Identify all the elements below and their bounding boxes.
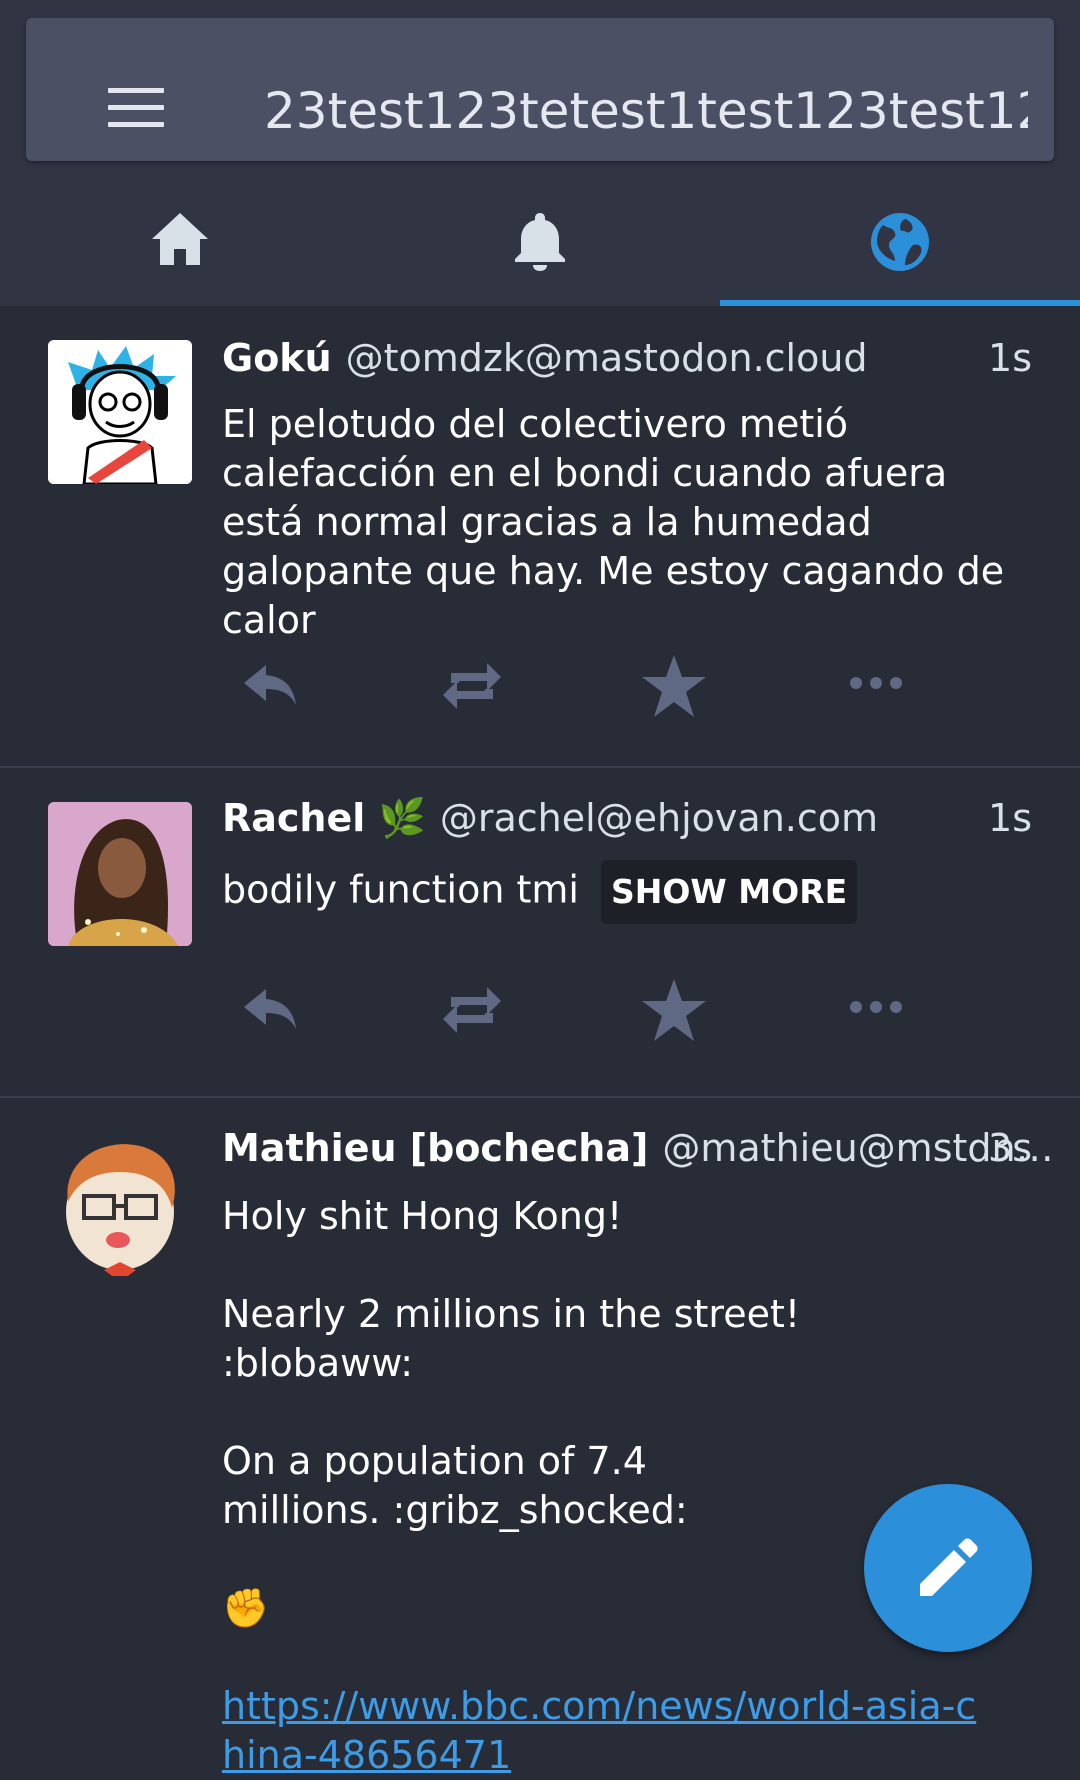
search-bar[interactable]: 23test123tetest1test123test123 <box>26 18 1054 161</box>
boost-button[interactable] <box>432 653 512 733</box>
tab-home[interactable] <box>0 178 360 304</box>
avatar-image <box>48 802 192 946</box>
status-content: Holy shit Hong Kong! Nearly 2 millions i… <box>222 1192 976 1780</box>
star-icon <box>642 979 706 1041</box>
show-more-button[interactable]: SHOW MORE <box>600 860 858 924</box>
boost-button[interactable] <box>432 977 512 1057</box>
status-content: El pelotudo del colectivero metió calefa… <box>222 400 1040 645</box>
hamburger-menu-icon[interactable] <box>108 88 164 127</box>
article-link-text[interactable]: https://www.bbc.com/news/world-asia-chin… <box>222 1684 976 1777</box>
tab-federated[interactable] <box>720 178 1080 304</box>
star-icon <box>642 655 706 717</box>
avatar-image <box>48 340 192 484</box>
favourite-button[interactable] <box>634 653 714 733</box>
content-paragraph: Nearly 2 millions in the street! :blobaw… <box>222 1292 801 1385</box>
reply-icon <box>244 989 296 1029</box>
boost-icon <box>443 987 501 1033</box>
account-handle[interactable]: @tomdzk@mastodon.cloud <box>346 336 868 380</box>
search-query[interactable]: 23test123tetest1test123test123 <box>264 76 1028 146</box>
content-text: El pelotudo del colectivero metió calefa… <box>222 402 1005 642</box>
article-link[interactable]: https://www.bbc.com/news/world-asia-chin… <box>222 1682 982 1780</box>
reply-icon <box>244 665 296 705</box>
status-time[interactable]: 1s <box>988 790 1032 846</box>
status-header: Mathieu [bochecha] @mathieu@mstdn… <box>222 1120 1054 1176</box>
raised-fist-emoji: ✊ <box>222 1586 270 1630</box>
ellipsis-icon <box>850 1001 902 1013</box>
status-content: bodily function tmi SHOW MORE <box>222 860 1040 924</box>
pencil-icon <box>920 1538 978 1596</box>
bell-icon <box>515 213 565 271</box>
status-time[interactable]: 3s <box>988 1120 1032 1176</box>
more-button[interactable] <box>836 653 916 733</box>
avatar[interactable] <box>48 340 192 484</box>
tab-notifications[interactable] <box>360 178 720 304</box>
status-time[interactable]: 1s <box>988 330 1032 386</box>
status-header: Rachel 🌿 @rachel@ehjovan.com <box>222 790 1032 846</box>
avatar-image <box>66 1144 175 1276</box>
globe-icon <box>871 213 929 271</box>
reply-button[interactable] <box>230 653 310 733</box>
account-handle[interactable]: @rachel@ehjovan.com <box>440 796 878 840</box>
status-action-bar <box>0 653 1080 733</box>
status-item[interactable]: Rachel 🌿 @rachel@ehjovan.com 1s bodily fu… <box>0 768 1080 1098</box>
content-paragraph: On a population of 7.4 millions. :gribz_… <box>222 1439 688 1532</box>
display-name[interactable]: Gokú <box>222 336 332 380</box>
status-header: Gokú @tomdzk@mastodon.cloud <box>222 330 1032 386</box>
status-action-bar <box>0 977 1080 1057</box>
home-icon <box>152 213 208 265</box>
app-header: 23test123tetest1test123test123 <box>0 0 1080 306</box>
boost-icon <box>443 663 501 709</box>
display-name[interactable]: Rachel 🌿 <box>222 796 426 840</box>
status-item[interactable]: Gokú @tomdzk@mastodon.cloud 1s El pelotud… <box>0 306 1080 768</box>
reply-button[interactable] <box>230 977 310 1057</box>
avatar[interactable] <box>48 802 192 946</box>
favourite-button[interactable] <box>634 977 714 1057</box>
content-warning-text: bodily function tmi <box>222 867 579 912</box>
compose-button[interactable] <box>864 1484 1032 1652</box>
display-name[interactable]: Mathieu [bochecha] <box>222 1126 648 1170</box>
ellipsis-icon <box>850 677 902 689</box>
content-paragraph: Holy shit Hong Kong! <box>222 1194 623 1238</box>
more-button[interactable] <box>836 977 916 1057</box>
avatar[interactable] <box>48 1132 192 1276</box>
